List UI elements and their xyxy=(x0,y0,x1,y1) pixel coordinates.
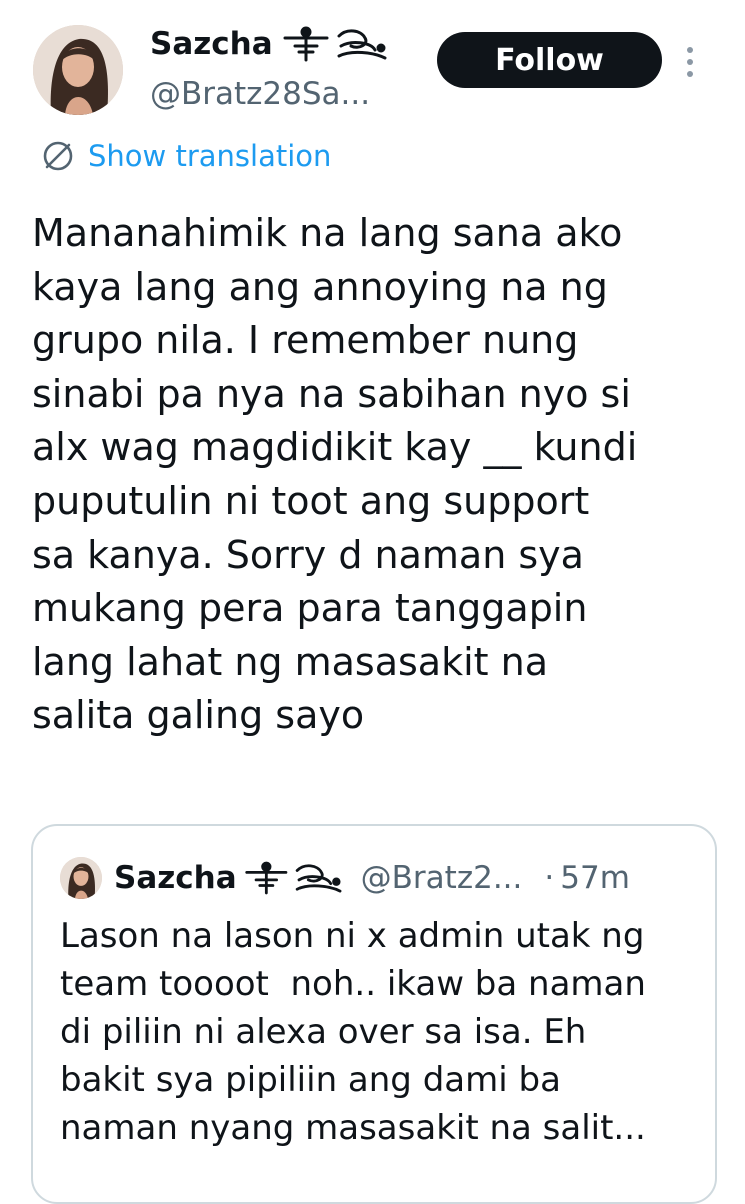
name-decoration-icon xyxy=(244,861,342,895)
quoted-tweet-header: Sazcha @Bratz2... · 57m xyxy=(60,856,710,900)
author-avatar[interactable] xyxy=(33,25,123,115)
quoted-author-avatar xyxy=(60,857,102,899)
quoted-author-handle: @Bratz2... xyxy=(360,860,523,896)
author-display-name[interactable]: Sazcha xyxy=(150,24,273,64)
quoted-tweet-card[interactable]: Sazcha @Bratz2... · 57m Lason na lason n… xyxy=(31,824,717,1204)
show-translation-link[interactable]: Show translation xyxy=(40,136,331,176)
author-handle[interactable]: @Bratz28Sa... xyxy=(150,74,370,114)
profile-photo-icon xyxy=(33,25,123,115)
tweet-header: Sazcha @Bratz28Sa... Follow xyxy=(0,0,745,130)
quoted-tweet-text: Lason na lason ni x admin utak ng team t… xyxy=(60,916,646,1148)
quoted-author-name: Sazcha xyxy=(114,860,237,896)
author-name-row: Sazcha xyxy=(150,24,401,64)
globe-translate-icon xyxy=(43,141,73,171)
profile-photo-icon xyxy=(60,857,102,899)
show-translation-label: Show translation xyxy=(88,139,332,173)
follow-button[interactable]: Follow xyxy=(437,32,662,88)
name-decoration-icon xyxy=(283,26,387,62)
time-separator: · xyxy=(544,860,555,896)
tweet-text: Mananahimik na lang sana ako kaya lang a… xyxy=(32,211,638,738)
quoted-tweet-time: 57m xyxy=(560,860,630,896)
more-vertical-icon[interactable] xyxy=(678,42,702,82)
